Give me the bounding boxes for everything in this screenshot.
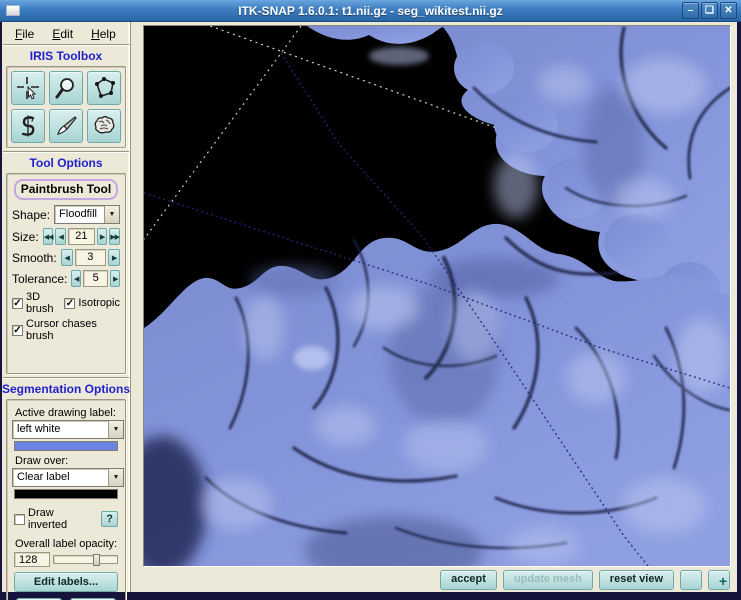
3d-viewport[interactable] (143, 25, 731, 567)
menu-bar: File Edit Help (2, 22, 130, 44)
screenshot-button[interactable] (680, 570, 702, 590)
size-increment-button[interactable]: ▶ (97, 228, 107, 245)
size-label: Size: (12, 230, 39, 244)
draw-over-label: Draw over: (15, 455, 118, 467)
zoom-tool-button[interactable] (49, 71, 83, 105)
snake-tool-icon (16, 114, 40, 138)
opacity-slider-track (53, 555, 118, 564)
snake-tool-button[interactable] (11, 109, 45, 143)
itk-snap-window: ITK-SNAP 1.6.0.1: t1.nii.gz - seg_wikite… (0, 0, 741, 600)
segmentation-options-group: Active drawing label: left white ▼ Draw … (6, 399, 126, 600)
dropdown-arrow-icon: ▼ (108, 421, 123, 438)
3d-brush-label: 3D brush (26, 291, 56, 315)
size-value: 21 (68, 228, 95, 245)
brain-render (144, 26, 730, 566)
paintbrush-tool-icon (54, 114, 78, 138)
cursor-chases-brush-label: Cursor chases brush (26, 318, 120, 342)
tool-options-group: Paintbrush Tool Shape: Floodfill ▼ Size:… (6, 173, 126, 374)
menu-help[interactable]: Help (84, 26, 123, 41)
minimize-button[interactable]: – (682, 2, 699, 19)
dropdown-arrow-icon: ▼ (104, 206, 119, 223)
expand-button[interactable]: + (708, 570, 730, 590)
close-button[interactable]: ✕ (720, 2, 737, 19)
draw-inverted-row: Draw inverted ? (14, 507, 118, 531)
brush-checkbox-row: ✓ 3D brush ✓ Isotropic (12, 291, 120, 315)
opacity-label: Overall label opacity: (15, 538, 118, 550)
edit-labels-button[interactable]: Edit labels... (14, 572, 118, 592)
tolerance-increment-button[interactable]: ▶ (110, 270, 120, 287)
smooth-label: Smooth: (12, 251, 57, 265)
smooth-decrement-button[interactable]: ◀ (61, 249, 73, 266)
active-tool-name: Paintbrush Tool (14, 179, 118, 200)
viewport-action-bar: accept update mesh reset view + (440, 569, 730, 590)
shape-label: Shape: (12, 208, 50, 222)
isotropic-label: Isotropic (78, 297, 120, 309)
draw-inverted-checkbox[interactable] (14, 514, 25, 525)
iris-toolbox-group (6, 66, 126, 148)
paintbrush-tool-button[interactable] (49, 109, 83, 143)
dropdown-arrow-icon: ▼ (108, 469, 123, 486)
opacity-row: 128 (14, 552, 118, 567)
tolerance-label: Tolerance: (12, 272, 67, 286)
menu-file[interactable]: File (8, 26, 41, 41)
crosshair-tool-button[interactable] (11, 71, 45, 105)
shape-dropdown[interactable]: Floodfill ▼ (54, 205, 120, 224)
iris-toolbox-header: IRIS Toolbox (2, 46, 130, 65)
smooth-increment-button[interactable]: ▶ (108, 249, 120, 266)
reset-view-button[interactable]: reset view (599, 570, 674, 590)
draw-inverted-label: Draw inverted (28, 507, 95, 531)
update-mesh-button[interactable]: update mesh (503, 570, 593, 590)
tolerance-value: 5 (83, 270, 108, 287)
size-row: Size: ◀◀ ◀ 21 ▶ ▶▶ (12, 228, 120, 245)
brain-annotation-tool-icon (92, 114, 116, 138)
smooth-value: 3 (75, 249, 107, 266)
opacity-input[interactable]: 128 (14, 552, 50, 567)
size-decrement-button[interactable]: ◀ (55, 228, 65, 245)
shape-row: Shape: Floodfill ▼ (12, 205, 120, 224)
polygon-tool-icon (92, 76, 116, 100)
size-increment-fast-button[interactable]: ▶▶ (109, 228, 120, 245)
3d-brush-checkbox[interactable]: ✓ (12, 298, 23, 309)
window-content: File Edit Help IRIS Toolbox (0, 22, 741, 592)
main-panel: accept update mesh reset view + (132, 22, 737, 592)
polygon-tool-button[interactable] (87, 71, 121, 105)
active-label-dropdown[interactable]: left white ▼ (12, 420, 124, 439)
segmentation-options-header: Segmentation Options (2, 379, 130, 398)
active-label-color-swatch (14, 441, 118, 451)
size-decrement-fast-button[interactable]: ◀◀ (43, 228, 54, 245)
tool-options-header: Tool Options (2, 153, 130, 172)
window-title: ITK-SNAP 1.6.0.1: t1.nii.gz - seg_wikite… (0, 4, 741, 18)
title-bar: ITK-SNAP 1.6.0.1: t1.nii.gz - seg_wikite… (0, 0, 741, 22)
brain-annotation-tool-button[interactable] (87, 109, 121, 143)
zoom-tool-icon (54, 76, 78, 100)
opacity-slider-handle[interactable] (93, 554, 100, 566)
cursor-chases-brush-checkbox[interactable]: ✓ (12, 325, 23, 336)
draw-over-dropdown[interactable]: Clear label ▼ (12, 468, 124, 487)
tolerance-decrement-button[interactable]: ◀ (71, 270, 81, 287)
menu-edit[interactable]: Edit (45, 26, 80, 41)
draw-over-color-swatch (14, 489, 118, 499)
crosshair-tool-icon (16, 76, 40, 100)
cursor-chases-row: ✓ Cursor chases brush (12, 318, 120, 342)
isotropic-checkbox[interactable]: ✓ (64, 298, 75, 309)
opacity-slider[interactable] (53, 552, 118, 567)
tolerance-row: Tolerance: ◀ 5 ▶ (12, 270, 120, 287)
smooth-row: Smooth: ◀ 3 ▶ (12, 249, 120, 266)
active-drawing-label: Active drawing label: (15, 407, 118, 419)
accept-button[interactable]: accept (440, 570, 497, 590)
maximize-button[interactable]: ❑ (701, 2, 718, 19)
help-button[interactable]: ? (101, 511, 118, 527)
sidebar: File Edit Help IRIS Toolbox (2, 22, 131, 592)
